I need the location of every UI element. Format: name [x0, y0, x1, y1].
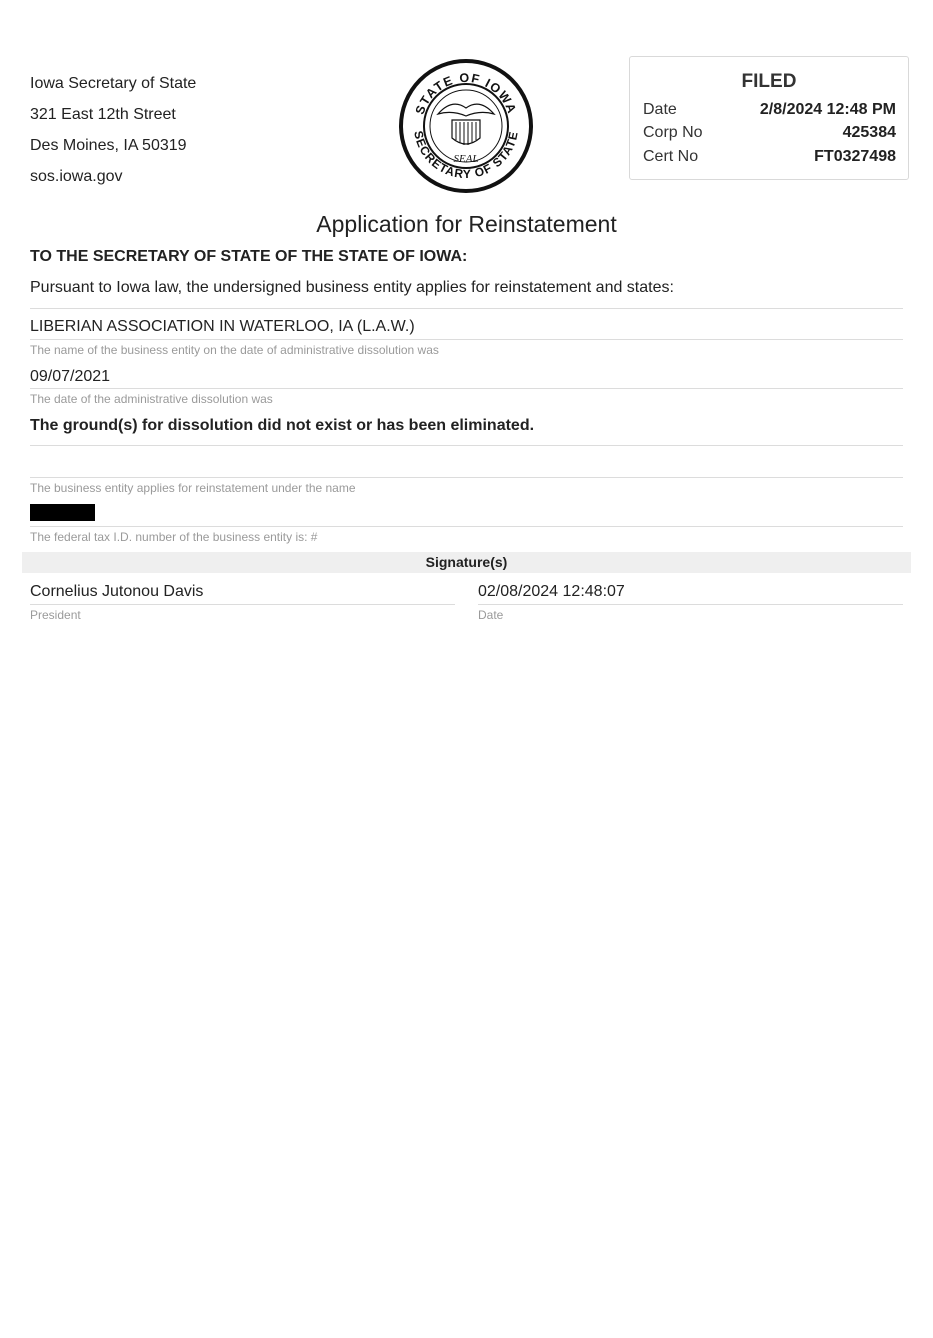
filed-date-label: Date [643, 101, 677, 118]
signature-date-label: Date [478, 608, 504, 622]
filed-date-row: Date 2/8/2024 12:48 PM [643, 101, 896, 123]
dissolution-date-hint: The date of the administrative dissoluti… [30, 392, 273, 406]
signer-title: President [30, 608, 81, 622]
signature-date-value: 02/08/2024 12:48:07 [478, 583, 625, 600]
filed-cert-value: FT0327498 [814, 148, 896, 165]
filed-date-value: 2/8/2024 12:48 PM [759, 101, 896, 118]
dissolution-date-value: 09/07/2021 [30, 368, 111, 385]
filed-stamp: FILED Date 2/8/2024 12:48 PM Corp No 425… [629, 56, 909, 180]
office-address: Iowa Secretary of State 321 East 12th St… [30, 68, 196, 192]
tax-id-hint: The federal tax I.D. number of the busin… [30, 530, 318, 544]
grounds-statement: The ground(s) for dissolution did not ex… [30, 417, 535, 434]
filed-corp-value: 425384 [842, 124, 896, 141]
seal-center-text: SEAL [453, 153, 478, 165]
redacted-tax-id [30, 504, 95, 521]
divider [30, 526, 903, 527]
filed-cert-row: Cert No FT0327498 [643, 148, 896, 170]
office-website: sos.iowa.gov [30, 168, 123, 185]
form-intro: Pursuant to Iowa law, the undersigned bu… [30, 279, 674, 296]
reinstatement-name-hint: The business entity applies for reinstat… [30, 481, 356, 495]
divider [30, 477, 903, 478]
entity-name-value: LIBERIAN ASSOCIATION IN WATERLOO, IA (L.… [30, 318, 415, 335]
office-name: Iowa Secretary of State [30, 75, 197, 92]
filed-title: FILED [741, 71, 797, 92]
signatures-header: Signature(s) [22, 552, 911, 573]
entity-name-hint: The name of the business entity on the d… [30, 343, 439, 357]
filed-corp-row: Corp No 425384 [643, 124, 896, 146]
office-street: 321 East 12th Street [30, 106, 176, 123]
divider [30, 445, 903, 446]
divider [30, 388, 903, 389]
form-heading: TO THE SECRETARY OF STATE OF THE STATE O… [30, 248, 468, 265]
divider [478, 604, 903, 605]
divider [30, 339, 903, 340]
signer-name: Cornelius Jutonou Davis [30, 583, 204, 600]
office-city: Des Moines, IA 50319 [30, 137, 187, 154]
state-seal-icon: STATE OF IOWA SECRETARY OF STATE SEAL [399, 59, 533, 193]
divider [30, 604, 455, 605]
filed-corp-label: Corp No [643, 124, 703, 141]
form-title: Application for Reinstatement [316, 211, 617, 237]
divider [30, 308, 903, 309]
filed-cert-label: Cert No [643, 148, 699, 165]
